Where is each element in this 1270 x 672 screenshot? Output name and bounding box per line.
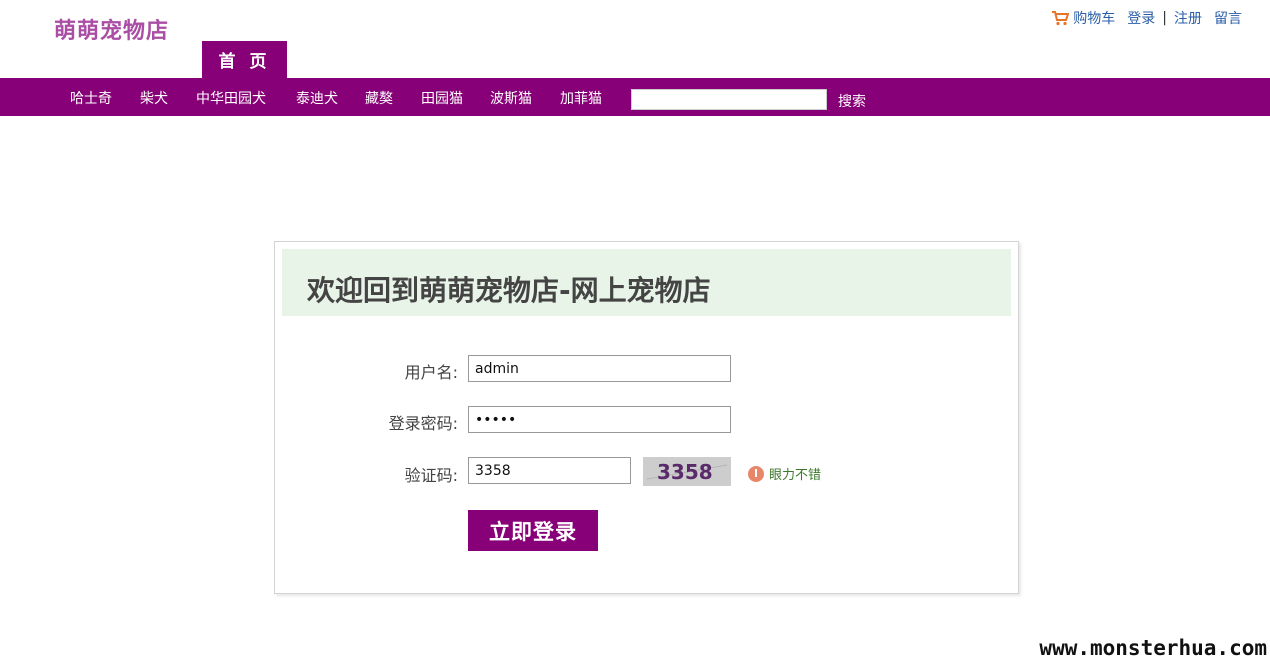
login-panel: 欢迎回到萌萌宠物店-网上宠物店 用户名: 登录密码: 验证码: 3358 眼力不… xyxy=(274,241,1019,594)
nav-item-chinese-dog[interactable]: 中华田园犬 xyxy=(196,88,266,108)
message-link[interactable]: 留言 xyxy=(1214,8,1242,28)
nav-item-husky[interactable]: 哈士奇 xyxy=(70,88,112,108)
search-input[interactable] xyxy=(631,89,827,110)
nav-item-teddy[interactable]: 泰迪犬 xyxy=(296,88,338,108)
captcha-field[interactable] xyxy=(468,457,631,484)
password-label: 登录密码: xyxy=(388,414,458,433)
login-submit-button[interactable]: 立即登录 xyxy=(468,510,598,551)
site-logo[interactable]: 萌萌宠物店 xyxy=(54,13,169,45)
tab-home[interactable]: 首 页 xyxy=(202,41,287,78)
search-button[interactable]: 搜索 xyxy=(838,91,866,111)
login-link[interactable]: 登录 xyxy=(1127,8,1155,28)
captcha-text: 3358 xyxy=(657,460,713,484)
username-field[interactable] xyxy=(468,355,731,382)
captcha-image[interactable]: 3358 xyxy=(643,457,731,486)
captcha-label: 验证码: xyxy=(404,466,458,485)
nav-item-chinese-cat[interactable]: 田园猫 xyxy=(421,88,463,108)
register-link[interactable]: 注册 xyxy=(1174,8,1202,28)
login-header: 欢迎回到萌萌宠物店-网上宠物店 xyxy=(282,249,1011,316)
top-links: 购物车 登录 | 注册 留言 xyxy=(1051,8,1242,28)
captcha-hint-text: 眼力不错 xyxy=(769,468,822,483)
login-title: 欢迎回到萌萌宠物店-网上宠物店 xyxy=(307,274,711,307)
captcha-hint: 眼力不错 xyxy=(748,464,821,483)
password-field[interactable] xyxy=(468,406,731,433)
nav-item-persian[interactable]: 波斯猫 xyxy=(490,88,532,108)
shopping-cart-icon[interactable] xyxy=(1051,10,1070,26)
nav-item-garfield[interactable]: 加菲猫 xyxy=(560,88,602,108)
watermark: www.monsterhua.com xyxy=(1039,636,1267,660)
alert-icon xyxy=(748,465,764,482)
cart-link[interactable]: 购物车 xyxy=(1073,8,1115,28)
nav-item-shiba[interactable]: 柴犬 xyxy=(140,88,168,108)
username-label: 用户名: xyxy=(404,363,458,382)
link-separator: | xyxy=(1162,10,1167,26)
nav-item-mastiff[interactable]: 藏獒 xyxy=(365,88,393,108)
